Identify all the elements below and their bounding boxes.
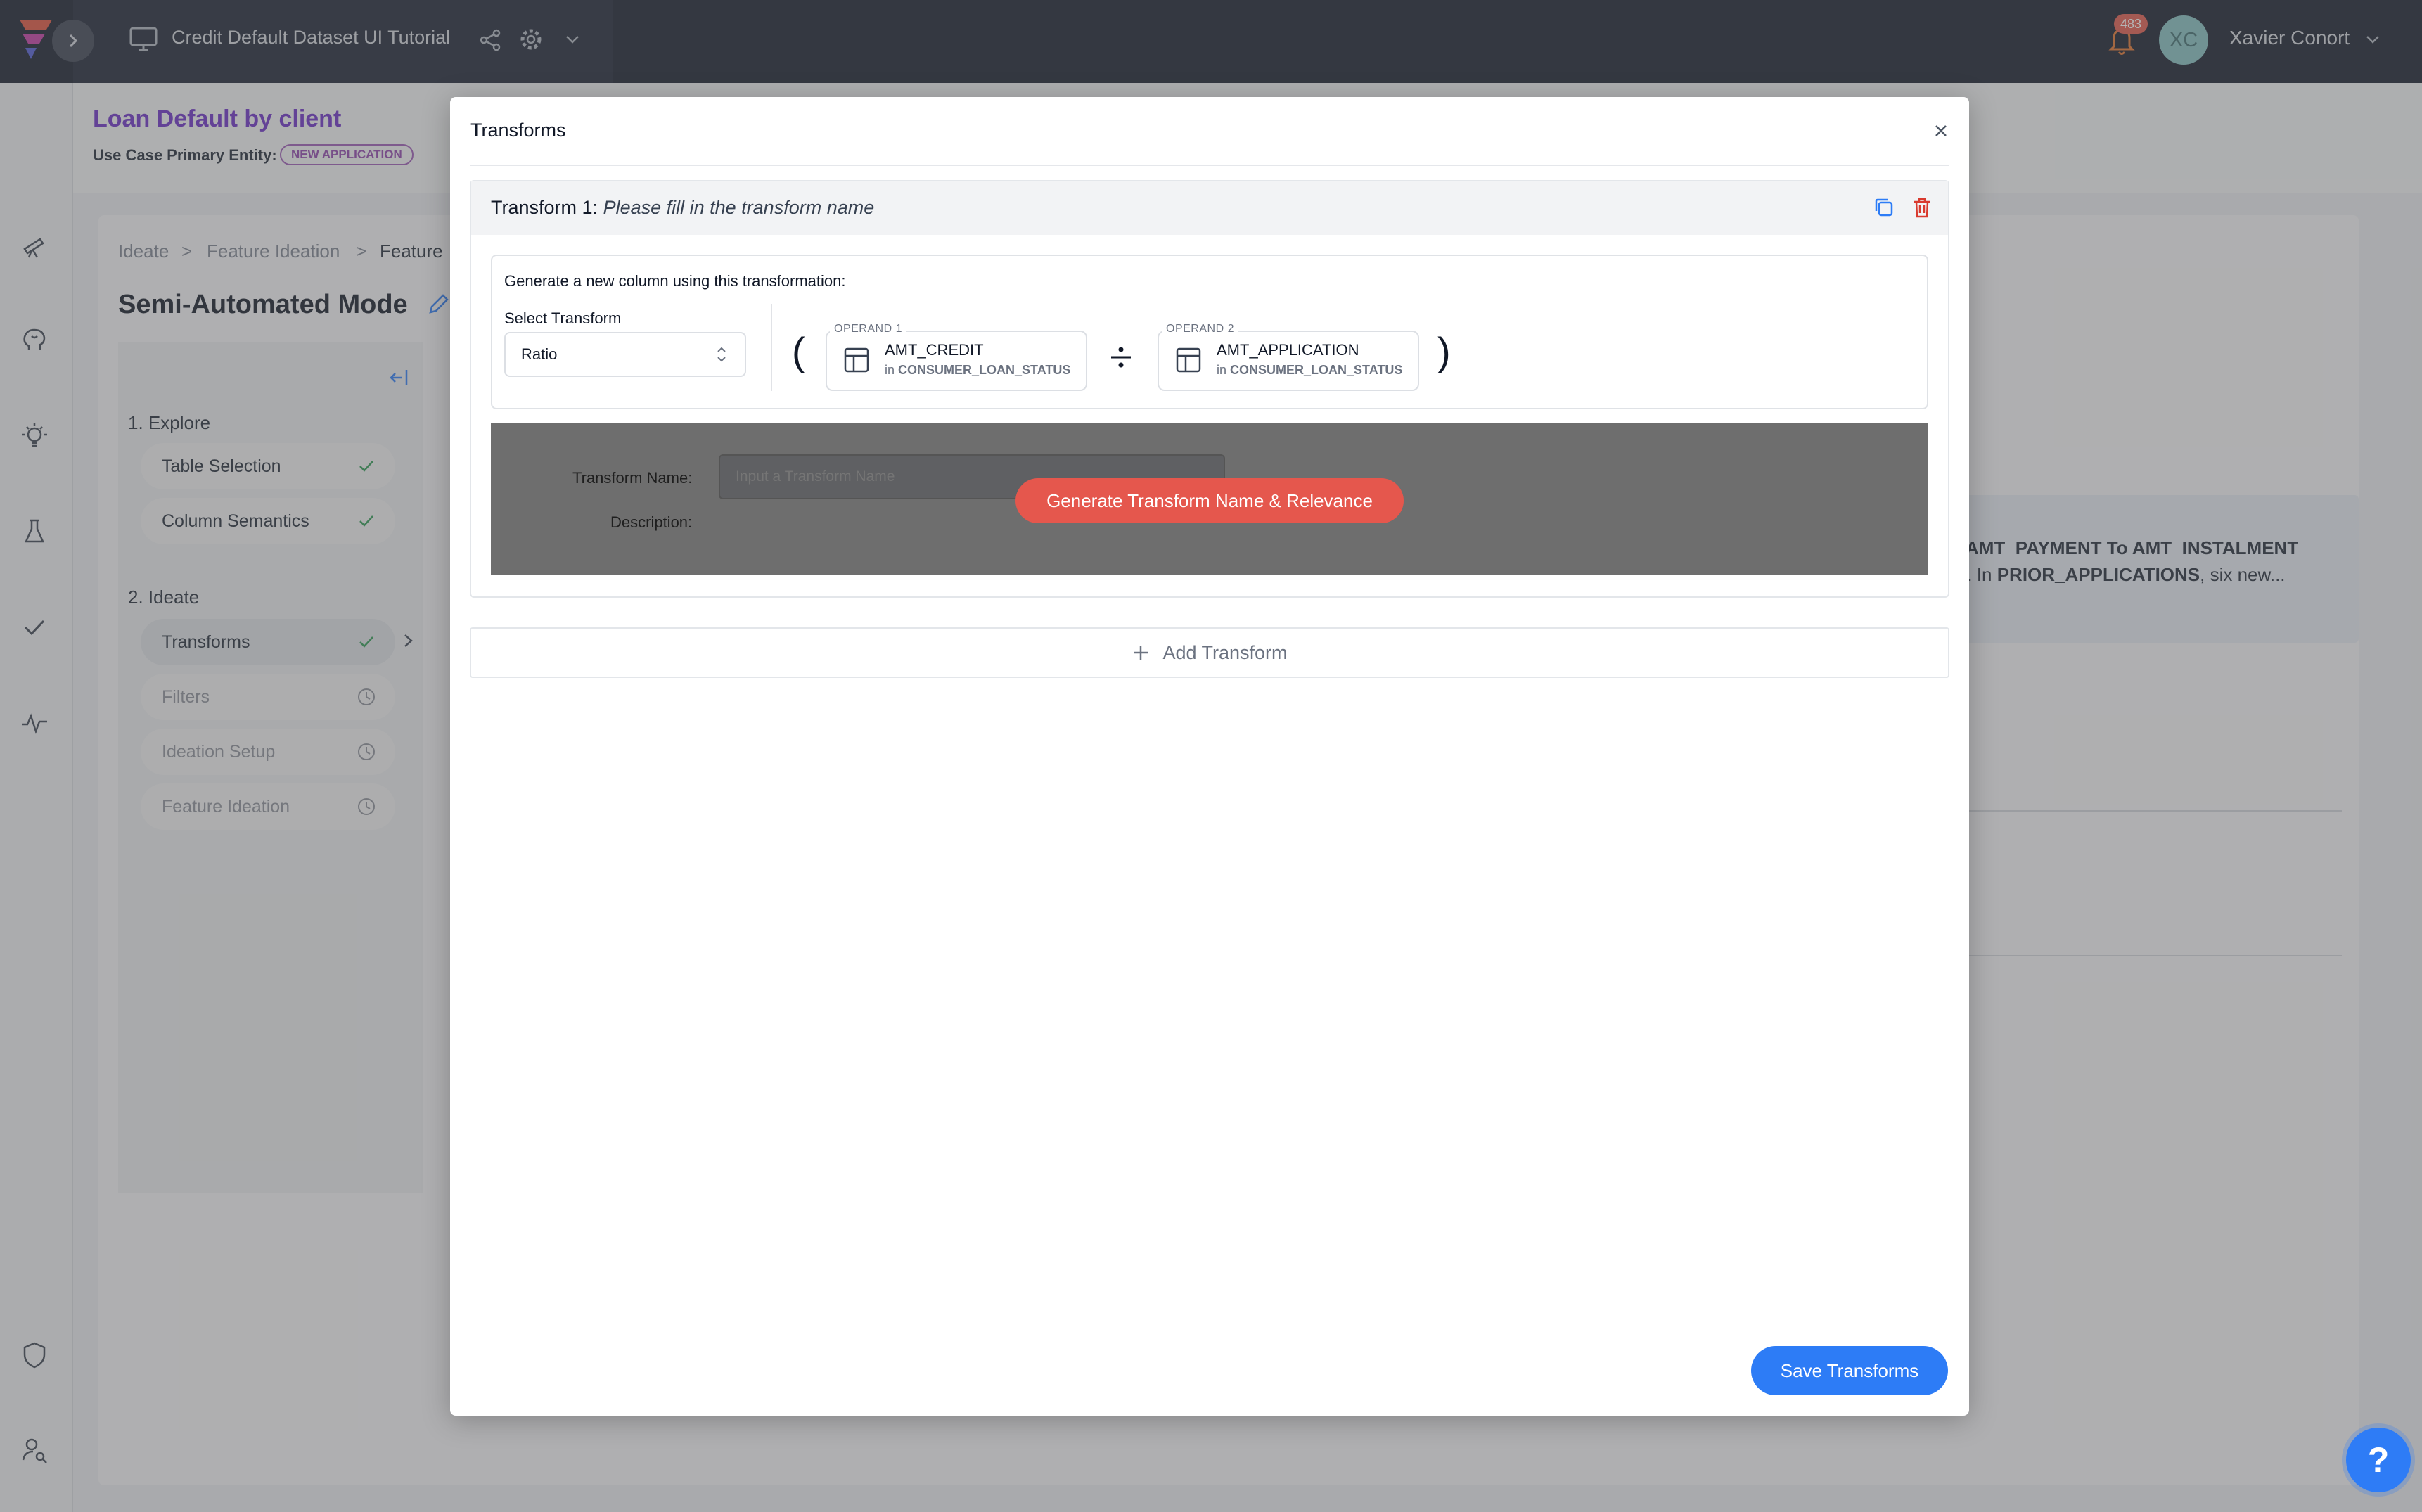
table-icon <box>842 346 871 374</box>
select-transform-dropdown[interactable]: Ratio <box>504 332 746 377</box>
chevron-up-down-icon <box>715 345 729 364</box>
table-icon <box>1174 346 1203 374</box>
open-parenthesis: ( <box>792 329 805 373</box>
save-transforms-button[interactable]: Save Transforms <box>1751 1346 1948 1395</box>
help-button[interactable]: ? <box>2346 1428 2411 1492</box>
operand-2-label: OPERAND 2 <box>1162 323 1238 335</box>
builder-caption: Generate a new column using this transfo… <box>504 272 846 290</box>
generate-transform-name-button[interactable]: Generate Transform Name & Relevance <box>1015 478 1404 523</box>
plus-icon <box>1134 646 1148 660</box>
operand-1-label: OPERAND 1 <box>830 323 906 335</box>
divider <box>771 304 772 391</box>
delete-icon[interactable] <box>1910 196 1934 219</box>
modal-title: Transforms <box>470 120 566 141</box>
add-transform-label: Add Transform <box>1162 641 1288 663</box>
operand-2-table: in CONSUMER_LOAN_STATUS <box>1217 363 1403 377</box>
close-icon[interactable] <box>1931 121 1951 141</box>
operand-1-table: in CONSUMER_LOAN_STATUS <box>885 363 1071 377</box>
divide-operator-icon <box>1108 343 1134 371</box>
select-transform-label: Select Transform <box>504 309 622 327</box>
transform-title: Transform 1: Please fill in the transfor… <box>491 197 875 218</box>
transform-name-label: Transform Name: <box>572 469 693 487</box>
operand-1-column: AMT_CREDIT <box>885 341 984 359</box>
description-label: Description: <box>610 513 693 531</box>
duplicate-icon[interactable] <box>1872 196 1896 219</box>
close-parenthesis: ) <box>1437 329 1451 373</box>
add-transform-button[interactable]: Add Transform <box>470 627 1949 678</box>
transform-name-placeholder: Please fill in the transform name <box>603 197 875 218</box>
operand-2-column: AMT_APPLICATION <box>1217 341 1359 359</box>
divider <box>470 165 1949 166</box>
